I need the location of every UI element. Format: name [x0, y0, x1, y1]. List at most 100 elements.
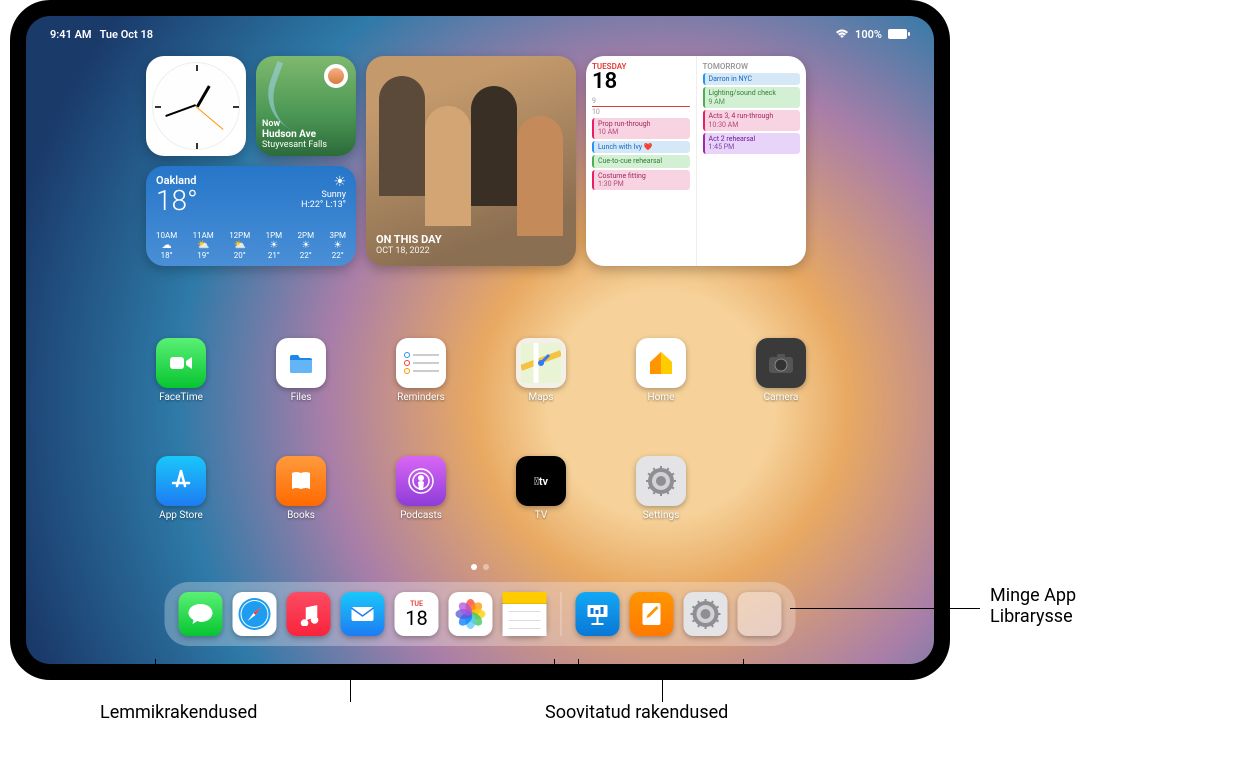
calendar-event[interactable]: Costume fitting1:30 PM — [592, 170, 690, 191]
settings-icon — [636, 456, 686, 506]
photos-widget[interactable]: ON THIS DAY OCT 18, 2022 — [366, 56, 576, 266]
wifi-icon — [835, 29, 849, 39]
page-indicator[interactable] — [471, 564, 489, 570]
findmy-area: Stuyvesant Falls — [262, 140, 350, 150]
app-settings[interactable] — [684, 592, 728, 636]
page-dot-1[interactable] — [471, 564, 477, 570]
app-books[interactable]: Books — [276, 456, 326, 521]
settings-icon — [684, 592, 728, 636]
clock-widget[interactable] — [146, 56, 246, 156]
app-label: FaceTime — [159, 392, 203, 403]
calendar-icon: TUE18 — [395, 592, 439, 636]
app-label: Home — [648, 392, 675, 403]
app-facetime[interactable]: FaceTime — [156, 338, 206, 403]
app-label: App Store — [159, 510, 203, 521]
app-mail[interactable] — [341, 592, 385, 636]
app-label: Books — [287, 510, 315, 521]
facetime-icon — [156, 338, 206, 388]
apps-row-1: FaceTime Files Reminders Maps Home Camera — [156, 338, 806, 403]
avatar-icon — [324, 64, 348, 88]
findmy-now-label: Now — [262, 119, 350, 129]
app-camera[interactable]: Camera — [756, 338, 806, 403]
status-date: Tue Oct 18 — [100, 28, 153, 41]
app-music[interactable] — [287, 592, 331, 636]
weather-condition: Sunny — [301, 190, 346, 200]
app-label: Podcasts — [400, 510, 442, 521]
suggested-apps-bracket — [578, 660, 744, 680]
calendar-event[interactable]: Prop run-through10 AM — [592, 118, 690, 139]
status-time: 9:41 AM — [50, 28, 92, 41]
calendar-widget[interactable]: TUESDAY 18 9 10 Prop run-through10 AMLun… — [586, 56, 806, 266]
apps-row-2: App Store Books Podcasts tvTV Settings — [156, 456, 686, 521]
app-label: Settings — [643, 510, 680, 521]
photos-title: ON THIS DAY — [376, 233, 442, 246]
widgets-area: Now Hudson Ave Stuyvesant Falls Oakland … — [146, 56, 806, 266]
mail-icon — [341, 592, 385, 636]
battery-icon — [888, 29, 910, 39]
favorite-apps-callout: Lemmikrakendused — [100, 702, 257, 723]
weather-hourly: 10AM☁︎18°11AM⛅19°12PM⛅20°1PM☀︎21°2PM☀︎22… — [156, 231, 346, 260]
pages-icon — [630, 592, 674, 636]
app-reminders[interactable]: Reminders — [396, 338, 446, 403]
safari-icon — [233, 592, 277, 636]
page-dot-2[interactable] — [483, 564, 489, 570]
tv-icon: tv — [516, 456, 566, 506]
sun-icon: ☀︎ — [301, 174, 346, 190]
app-tv[interactable]: tvTV — [516, 456, 566, 521]
reminders-icon — [396, 338, 446, 388]
suggested-apps-callout: Soovitatud rakendused — [545, 702, 728, 723]
weather-hilo: H:22° L:13° — [301, 200, 346, 210]
photos-icon — [449, 592, 493, 636]
calendar-event[interactable]: Lighting/sound check9 AM — [703, 87, 801, 108]
podcasts-icon — [396, 456, 446, 506]
notes-icon — [503, 592, 547, 636]
app-safari[interactable] — [233, 592, 277, 636]
calendar-event[interactable]: Cue-to-cue rehearsal — [592, 155, 690, 167]
weather-widget[interactable]: Oakland 18° ☀︎ Sunny H:22° L:13° 10AM☁︎1… — [146, 166, 356, 266]
status-bar: 9:41 AM Tue Oct 18 100% — [26, 24, 934, 44]
messages-icon — [179, 592, 223, 636]
app-app-store[interactable]: App Store — [156, 456, 206, 521]
keynote-icon — [576, 592, 620, 636]
findmy-widget[interactable]: Now Hudson Ave Stuyvesant Falls — [256, 56, 356, 156]
app-label: Maps — [529, 392, 554, 403]
app-library-callout-line — [790, 608, 980, 609]
app-pages[interactable] — [630, 592, 674, 636]
battery-percent: 100% — [855, 28, 882, 41]
app-podcasts[interactable]: Podcasts — [396, 456, 446, 521]
favorite-apps-bracket — [155, 660, 555, 680]
app-notes[interactable] — [503, 592, 547, 636]
cal-today-date: 18 — [592, 71, 690, 93]
app-library-callout: Minge AppLibrarysse — [990, 585, 1076, 627]
camera-icon — [756, 338, 806, 388]
app-photos[interactable] — [449, 592, 493, 636]
app-label: Camera — [764, 392, 799, 403]
findmy-street: Hudson Ave — [262, 129, 350, 140]
photos-date: OCT 18, 2022 — [376, 246, 442, 256]
app-library-button[interactable] — [738, 592, 782, 636]
books-icon — [276, 456, 326, 506]
clock-face — [152, 62, 240, 150]
app-maps[interactable]: Maps — [516, 338, 566, 403]
app-home[interactable]: Home — [636, 338, 686, 403]
app-files[interactable]: Files — [276, 338, 326, 403]
app-library-icon — [738, 592, 782, 636]
app-messages[interactable] — [179, 592, 223, 636]
app-calendar[interactable]: TUE18 — [395, 592, 439, 636]
files-icon — [276, 338, 326, 388]
app-keynote[interactable] — [576, 592, 620, 636]
dock: TUE18 — [165, 582, 796, 646]
app-store-icon — [156, 456, 206, 506]
ipad-device-frame: 9:41 AM Tue Oct 18 100% — [10, 0, 950, 680]
calendar-event[interactable]: Darron in NYC — [703, 73, 801, 85]
calendar-event[interactable]: Lunch with Ivy ❤️ — [592, 141, 690, 153]
ipad-home-screen[interactable]: 9:41 AM Tue Oct 18 100% — [26, 16, 934, 664]
maps-icon — [516, 338, 566, 388]
dock-divider — [561, 592, 562, 636]
calendar-event[interactable]: Acts 3, 4 run-through10:30 AM — [703, 110, 801, 131]
app-settings[interactable]: Settings — [636, 456, 686, 521]
calendar-event[interactable]: Act 2 rehearsal1:45 PM — [703, 133, 801, 154]
app-label: Reminders — [397, 392, 445, 403]
cal-tomorrow-label: TOMORROW — [703, 62, 801, 71]
home-icon — [636, 338, 686, 388]
